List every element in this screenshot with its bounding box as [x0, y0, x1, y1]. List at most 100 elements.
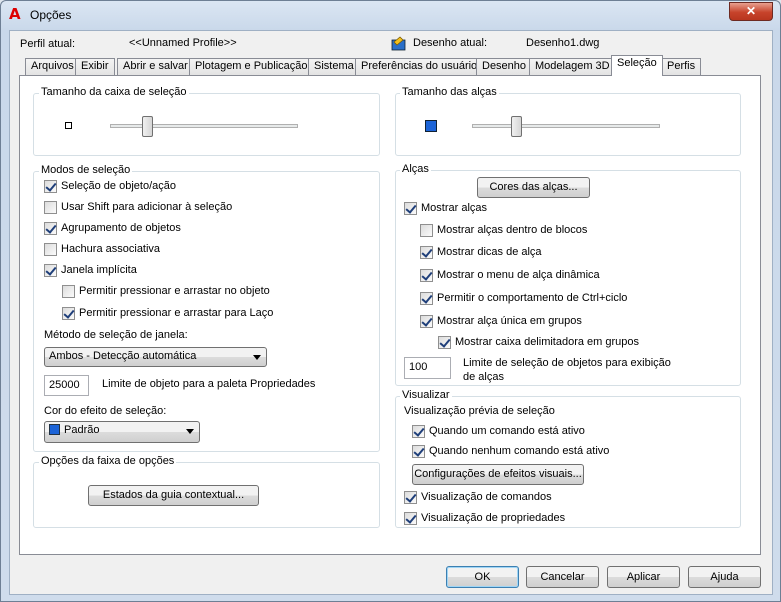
checkbox-single-grip-groups[interactable]: Mostrar alça única em grupos	[420, 315, 582, 330]
grip-limit-label-2: de alças	[463, 371, 504, 383]
checkbox-box[interactable]	[420, 292, 433, 305]
grip-size-slider-thumb[interactable]	[510, 116, 522, 137]
checkbox-press-drag-lasso[interactable]: Permitir pressionar e arrastar para Laço	[62, 307, 273, 322]
drawing-icon	[390, 35, 408, 54]
checkbox-box[interactable]	[44, 264, 57, 277]
checkbox-label: Permitir o comportamento de Ctrl+ciclo	[437, 292, 628, 304]
preview-title: Visualizar	[400, 389, 452, 401]
checkbox-box[interactable]	[420, 246, 433, 259]
checkbox-command-preview[interactable]: Visualização de comandos	[404, 491, 552, 506]
title-bar: A Opções ✕	[1, 1, 780, 29]
checkbox-label: Visualização de propriedades	[421, 512, 566, 524]
checkbox-label: Mostrar o menu de alça dinâmica	[437, 269, 600, 281]
checkbox-label: Visualização de comandos	[421, 491, 552, 503]
contextual-tab-states-button[interactable]: Estados da guia contextual...	[88, 485, 259, 506]
checkbox-box[interactable]	[420, 269, 433, 282]
pickbox-slider-thumb[interactable]	[141, 116, 153, 137]
selection-modes-title: Modos de seleção	[39, 164, 133, 176]
object-limit-label: Limite de objeto para a paleta Proprieda…	[102, 378, 316, 390]
checkbox-implied-window[interactable]: Janela implícita	[44, 264, 137, 279]
checkbox-associative-hatch[interactable]: Hachura associativa	[44, 243, 160, 258]
checkbox-ctrl-cycling[interactable]: Permitir o comportamento de Ctrl+ciclo	[420, 292, 627, 307]
chevron-down-icon	[186, 429, 194, 434]
pickbox-preview-icon	[65, 122, 72, 129]
window-title: Opções	[30, 8, 72, 22]
checkbox-box[interactable]	[44, 222, 57, 235]
checkbox-label: Mostrar alça única em grupos	[437, 315, 582, 327]
tab-arquivos[interactable]: Arquivos	[25, 58, 80, 75]
checkbox-label: Mostrar caixa delimitadora em grupos	[455, 336, 640, 348]
checkbox-box[interactable]	[404, 491, 417, 504]
checkbox-label: Permitir pressionar e arrastar para Laço	[79, 307, 274, 319]
tab-modelagem-3d[interactable]: Modelagem 3D	[529, 58, 616, 75]
checkbox-show-grips[interactable]: Mostrar alças	[404, 202, 487, 217]
checkbox-noun-verb[interactable]: Seleção de objeto/ação	[44, 180, 176, 195]
checkbox-box[interactable]	[412, 445, 425, 458]
checkbox-object-grouping[interactable]: Agrupamento de objetos	[44, 222, 181, 237]
window-method-label: Método de seleção de janela:	[44, 329, 188, 341]
checkbox-label: Janela implícita	[61, 264, 137, 276]
cancel-button[interactable]: Cancelar	[526, 566, 599, 588]
checkbox-box[interactable]	[62, 307, 75, 320]
checkbox-property-preview[interactable]: Visualização de propriedades	[404, 512, 565, 527]
close-button[interactable]: ✕	[729, 2, 773, 21]
grip-colors-button[interactable]: Cores das alças...	[477, 177, 590, 198]
checkbox-box[interactable]	[404, 512, 417, 525]
grip-preview-icon	[425, 120, 437, 132]
checkbox-label: Permitir pressionar e arrastar no objeto	[79, 285, 270, 297]
autocad-logo-icon: A	[9, 5, 21, 23]
effect-color-dropdown[interactable]: Padrão	[44, 421, 200, 443]
checkbox-box[interactable]	[62, 285, 75, 298]
tab-perfis[interactable]: Perfis	[661, 58, 702, 75]
checkbox-grip-tips[interactable]: Mostrar dicas de alça	[420, 246, 542, 261]
checkbox-press-drag-object[interactable]: Permitir pressionar e arrastar no objeto	[62, 285, 270, 300]
checkbox-box[interactable]	[404, 202, 417, 215]
tab-exibir[interactable]: Exibir	[75, 58, 115, 75]
checkbox-box[interactable]	[44, 180, 57, 193]
current-drawing-label: Desenho atual:	[413, 37, 487, 49]
tab-abrir-salvar[interactable]: Abrir e salvar	[117, 58, 194, 75]
grip-object-limit-input[interactable]: 100	[404, 357, 451, 379]
checkbox-label: Mostrar dicas de alça	[437, 246, 542, 258]
grip-size-slider-track[interactable]	[472, 124, 660, 128]
checkbox-no-command-active[interactable]: Quando nenhum comando está ativo	[412, 445, 609, 460]
checkbox-command-active[interactable]: Quando um comando está ativo	[412, 425, 585, 440]
checkbox-label: Hachura associativa	[61, 243, 161, 255]
tab-plotagem[interactable]: Plotagem e Publicação	[189, 58, 314, 75]
tab-selecao[interactable]: Seleção	[611, 55, 663, 76]
checkbox-label: Usar Shift para adicionar à seleção	[61, 201, 233, 213]
checkbox-box[interactable]	[44, 201, 57, 214]
checkbox-label: Mostrar alças dentro de blocos	[437, 224, 588, 236]
tab-desenho[interactable]: Desenho	[476, 58, 533, 75]
checkbox-bounding-box-groups[interactable]: Mostrar caixa delimitadora em grupos	[438, 336, 639, 351]
current-profile-label: Perfil atual:	[20, 38, 76, 50]
chevron-down-icon	[253, 355, 261, 360]
effect-color-label: Cor do efeito de seleção:	[44, 405, 167, 417]
grip-size-title: Tamanho das alças	[400, 86, 499, 98]
tab-preferencias[interactable]: Preferências do usuário	[355, 58, 484, 75]
checkbox-dynamic-grip-menu[interactable]: Mostrar o menu de alça dinâmica	[420, 269, 600, 284]
current-drawing-value: Desenho1.dwg	[526, 37, 600, 49]
checkbox-box[interactable]	[438, 336, 451, 349]
current-profile-value: <<Unnamed Profile>>	[129, 37, 237, 49]
visual-effect-settings-button[interactable]: Configurações de efeitos visuais...	[412, 464, 584, 485]
checkbox-label: Quando nenhum comando está ativo	[429, 445, 610, 457]
tab-sistema[interactable]: Sistema	[308, 58, 360, 75]
dropdown-value: Padrão	[64, 424, 100, 436]
window-method-dropdown[interactable]: Ambos - Detecção automática	[44, 347, 267, 367]
checkbox-box[interactable]	[420, 224, 433, 237]
checkbox-label: Quando um comando está ativo	[429, 425, 585, 437]
object-limit-input[interactable]: 25000	[44, 375, 89, 396]
pickbox-slider-track[interactable]	[110, 124, 298, 128]
checkbox-label: Agrupamento de objetos	[61, 222, 181, 234]
color-swatch-icon	[49, 424, 60, 435]
ok-button[interactable]: OK	[446, 566, 519, 588]
checkbox-box[interactable]	[44, 243, 57, 256]
checkbox-box[interactable]	[412, 425, 425, 438]
grip-limit-label-1: Limite de seleção de objetos para exibiç…	[463, 357, 671, 369]
apply-button[interactable]: Aplicar	[607, 566, 680, 588]
checkbox-grips-in-blocks[interactable]: Mostrar alças dentro de blocos	[420, 224, 587, 239]
checkbox-use-shift[interactable]: Usar Shift para adicionar à seleção	[44, 201, 232, 216]
help-button[interactable]: Ajuda	[688, 566, 761, 588]
checkbox-box[interactable]	[420, 315, 433, 328]
